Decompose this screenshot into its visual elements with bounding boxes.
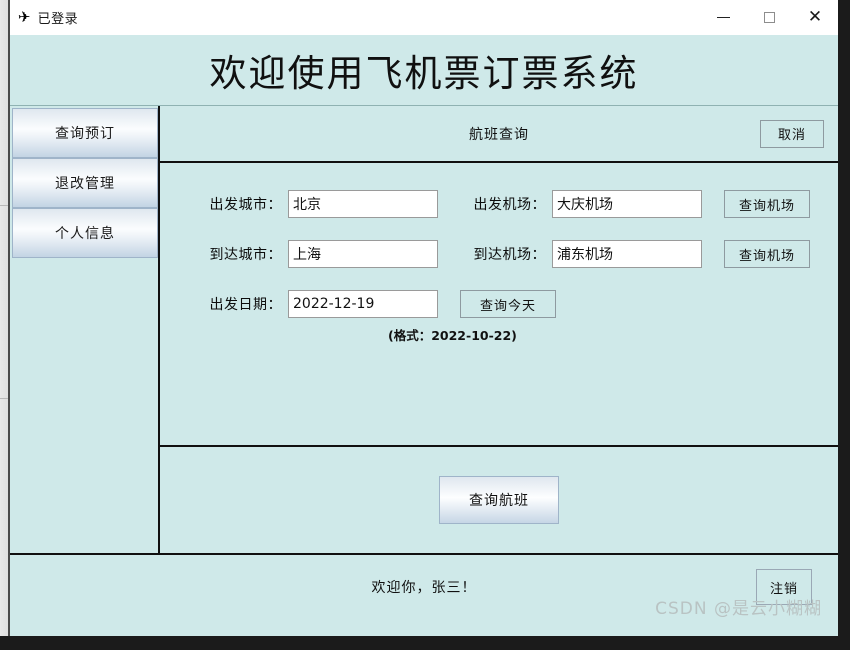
departure-airport-label: 出发机场： (473, 197, 546, 213)
arrival-airport-lookup-button[interactable]: 查询机场 (724, 240, 810, 268)
panel-title: 航班查询 (469, 126, 529, 143)
search-flight-button[interactable]: 查询航班 (439, 476, 559, 524)
form-row-departure: 出发城市： 出发机场： 查询机场 (160, 189, 838, 219)
departure-airport-input[interactable] (552, 190, 702, 218)
sidebar: 查询预订 退改管理 个人信息 (10, 106, 160, 553)
main-body: 查询预订 退改管理 个人信息 航班查询 取消 出发城市： 出发机场： 查询机场 (10, 106, 838, 553)
footer-bar: 欢迎你，张三！ 注销 CSDN @是云小糊糊 (10, 553, 838, 635)
action-strip: 查询航班 (160, 445, 838, 553)
arrival-airport-label: 到达机场： (473, 247, 546, 263)
arrival-city-label: 到达城市： (209, 247, 282, 263)
departure-city-input[interactable] (288, 190, 438, 218)
taskbar (0, 636, 850, 650)
sidebar-item-profile[interactable]: 个人信息 (12, 208, 158, 258)
title-bar: ✈ 已登录 ✕ (10, 0, 838, 35)
departure-airport-lookup-button[interactable]: 查询机场 (724, 190, 810, 218)
app-banner: 欢迎使用飞机票订票系统 (10, 35, 838, 106)
sidebar-item-booking[interactable]: 查询预订 (12, 108, 158, 158)
window-controls: ✕ (700, 0, 838, 35)
arrival-airport-input[interactable] (552, 240, 702, 268)
departure-city-label: 出发城市： (209, 197, 282, 213)
departure-date-input[interactable] (288, 290, 438, 318)
airplane-icon: ✈ (17, 8, 31, 27)
logout-button[interactable]: 注销 (756, 569, 812, 605)
minimize-icon (716, 17, 730, 18)
application-window: ✈ 已登录 ✕ 欢迎使用飞机票订票系统 查询预订 退改管理 个人信息 航班查询 … (8, 0, 838, 636)
departure-date-label: 出发日期： (209, 297, 282, 313)
desktop-right-edge (838, 0, 850, 650)
banner-heading: 欢迎使用飞机票订票系统 (209, 52, 639, 95)
sidebar-item-refund-change[interactable]: 退改管理 (12, 158, 158, 208)
maximize-button[interactable] (746, 0, 792, 35)
query-today-button[interactable]: 查询今天 (460, 290, 556, 318)
date-format-hint: (格式：2022-10-22) (388, 328, 517, 343)
arrival-city-input[interactable] (288, 240, 438, 268)
window-title: 已登录 (37, 11, 79, 26)
flight-query-form: 出发城市： 出发机场： 查询机场 到达城市： 到达机场： 查询机场 (160, 163, 838, 445)
close-icon: ✕ (807, 7, 823, 27)
content-panel: 航班查询 取消 出发城市： 出发机场： 查询机场 到达城市： 到达机场： (160, 106, 838, 553)
form-row-arrival: 到达城市： 到达机场： 查询机场 (160, 239, 838, 269)
minimize-button[interactable] (700, 0, 746, 35)
panel-header: 航班查询 取消 (160, 106, 838, 163)
cancel-button[interactable]: 取消 (760, 119, 824, 148)
screen: ✈ 已登录 ✕ 欢迎使用飞机票订票系统 查询预订 退改管理 个人信息 航班查询 … (0, 0, 850, 650)
maximize-icon (763, 12, 775, 23)
close-button[interactable]: ✕ (792, 0, 838, 35)
form-row-date: 出发日期： 查询今天 (160, 289, 838, 319)
welcome-message: 欢迎你，张三！ (371, 580, 477, 596)
title-bar-left: ✈ 已登录 (10, 8, 700, 27)
